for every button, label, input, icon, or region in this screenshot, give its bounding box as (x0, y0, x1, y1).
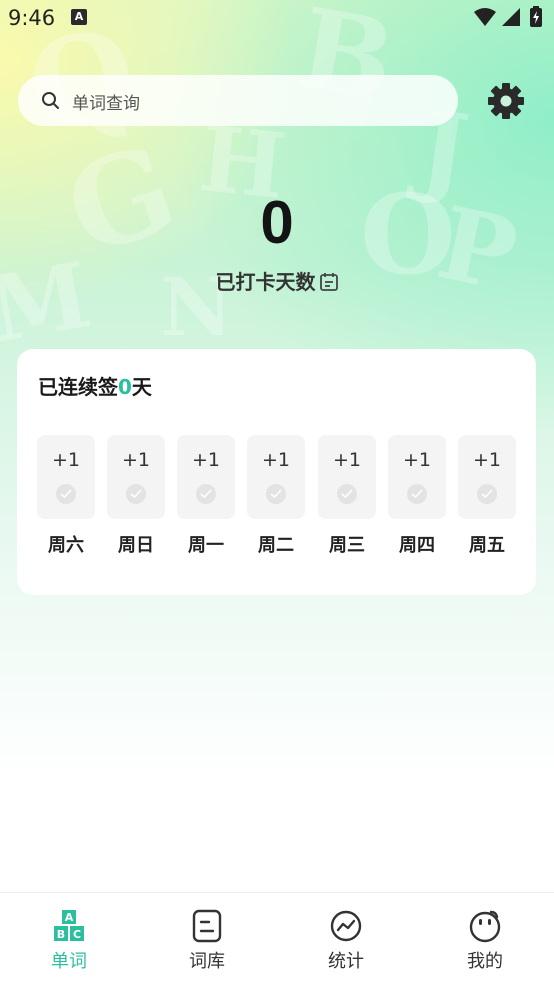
calendar-icon (319, 273, 338, 291)
nav-item-profile[interactable]: 我的 (416, 893, 554, 985)
checkin-days-label-row[interactable]: 已打卡天数 (0, 266, 554, 295)
day-name: 周一 (188, 535, 224, 556)
status-icons (474, 6, 542, 27)
day-name: 周六 (48, 535, 84, 556)
day-name: 周五 (469, 535, 505, 556)
day-reward: +1 (402, 449, 431, 471)
check-icon (56, 484, 76, 504)
nav-item-library[interactable]: 词库 (138, 893, 276, 985)
battery-charging-icon (530, 6, 542, 27)
face-icon (469, 910, 501, 943)
day-reward: +1 (121, 449, 150, 471)
nav-label: 我的 (467, 951, 503, 972)
wifi-icon (474, 8, 496, 26)
signal-icon (502, 8, 520, 26)
day-name: 周二 (258, 535, 294, 556)
svg-text:B: B (57, 928, 65, 941)
day-tile-thu[interactable]: +1 (388, 435, 446, 519)
status-bar: 9:46 A (0, 0, 554, 40)
streak-count: 0 (118, 375, 132, 399)
day-reward: +1 (261, 449, 290, 471)
day-name: 周四 (399, 535, 435, 556)
check-icon (477, 484, 497, 504)
streak-title: 已连续签0天 (38, 371, 152, 400)
checkin-days-label: 已打卡天数 (215, 270, 316, 294)
day-tile-tue[interactable]: +1 (247, 435, 305, 519)
nav-item-stats[interactable]: 统计 (277, 893, 415, 985)
search-placeholder: 单词查询 (72, 94, 140, 114)
chart-trend-icon (330, 910, 362, 942)
check-icon (407, 484, 427, 504)
bottom-nav: A B C 单词 词库 统计 我的 (0, 892, 554, 985)
day-reward: +1 (51, 449, 80, 471)
streak-title-suffix: 天 (131, 375, 152, 399)
check-icon (196, 484, 216, 504)
day-tile-mon[interactable]: +1 (177, 435, 235, 519)
sign-in-card: 已连续签0天 +1 周六 +1 周日 +1 周一 +1 周二 +1 周三 +1 … (17, 349, 536, 595)
nav-label: 词库 (189, 951, 225, 972)
book-icon (192, 909, 222, 943)
day-tile-sat[interactable]: +1 (37, 435, 95, 519)
day-tile-sun[interactable]: +1 (107, 435, 165, 519)
status-time: 9:46 (8, 6, 56, 30)
day-reward: +1 (472, 449, 501, 471)
day-tile-wed[interactable]: +1 (318, 435, 376, 519)
checkin-days-count: 0 (260, 189, 294, 256)
check-icon (266, 484, 286, 504)
search-bar[interactable]: 单词查询 (18, 75, 458, 126)
day-name: 周日 (118, 535, 154, 556)
day-reward: +1 (332, 449, 361, 471)
nav-label: 单词 (51, 951, 87, 972)
nav-label: 统计 (328, 951, 364, 972)
nav-item-words[interactable]: A B C 单词 (0, 893, 138, 985)
check-icon (337, 484, 357, 504)
gear-icon[interactable] (486, 81, 526, 121)
streak-title-prefix: 已连续签 (38, 375, 118, 399)
abc-blocks-icon: A B C (54, 910, 84, 941)
a-notification-icon: A (71, 9, 87, 25)
day-tile-fri[interactable]: +1 (458, 435, 516, 519)
svg-text:A: A (65, 911, 74, 924)
search-icon (42, 92, 59, 109)
check-icon (126, 484, 146, 504)
day-reward: +1 (191, 449, 220, 471)
day-name: 周三 (329, 535, 365, 556)
svg-text:C: C (73, 928, 81, 941)
